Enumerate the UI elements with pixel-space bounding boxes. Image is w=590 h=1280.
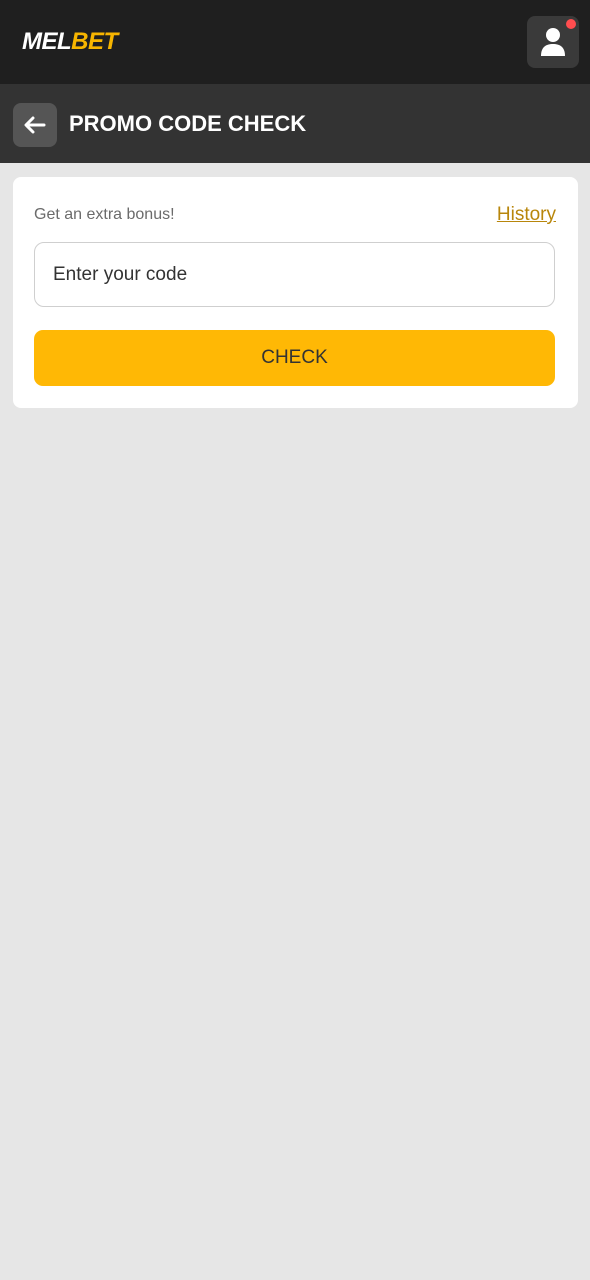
logo-text-mel: MEL: [22, 28, 72, 55]
check-button[interactable]: CHECK: [34, 330, 555, 386]
promo-subtitle: Get an extra bonus!: [34, 206, 175, 223]
history-link[interactable]: History: [497, 203, 556, 227]
logo-text-bet: BET: [71, 28, 118, 55]
page-header: PROMO CODE CHECK: [0, 84, 590, 163]
top-bar: MELBET: [0, 0, 590, 84]
notification-dot: [566, 19, 576, 29]
profile-button[interactable]: [527, 16, 579, 68]
arrow-left-icon: [24, 116, 46, 134]
user-icon: [541, 28, 565, 56]
promo-code-input[interactable]: [34, 242, 555, 307]
promo-card: Get an extra bonus! History CHECK: [13, 177, 578, 408]
page-title: PROMO CODE CHECK: [69, 111, 307, 136]
back-button[interactable]: [13, 103, 57, 147]
melbet-logo[interactable]: MELBET: [22, 27, 118, 57]
